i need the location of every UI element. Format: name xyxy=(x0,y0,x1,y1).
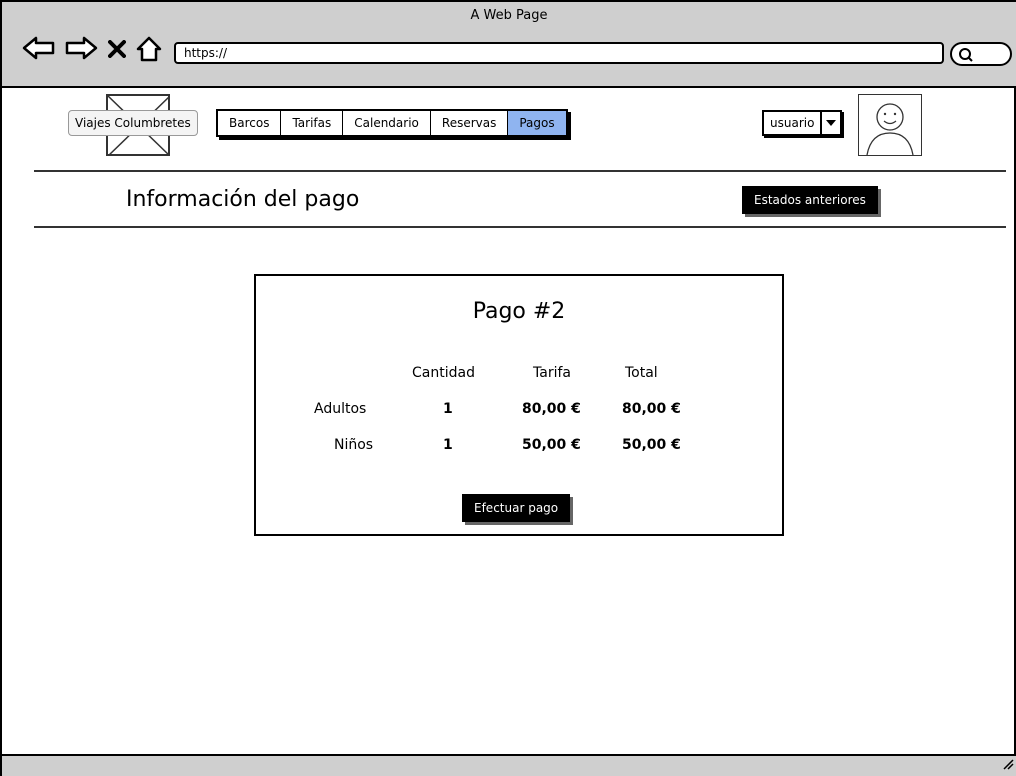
column-header-total: Total xyxy=(625,365,658,381)
adultos-cantidad: 1 xyxy=(443,401,453,417)
window-title: A Web Page xyxy=(470,8,548,23)
ninos-cantidad: 1 xyxy=(443,437,453,453)
user-dropdown[interactable]: usuario xyxy=(762,110,843,136)
url-search-button[interactable] xyxy=(950,42,1012,66)
url-field[interactable]: https:// xyxy=(174,42,944,64)
brand-label[interactable]: Viajes Columbretes xyxy=(68,110,198,136)
header-divider xyxy=(34,170,1006,172)
tab-calendario[interactable]: Calendario xyxy=(343,111,431,135)
resize-grip-icon[interactable] xyxy=(1000,755,1014,774)
adultos-total: 80,00 € xyxy=(622,401,681,417)
stop-x-icon[interactable] xyxy=(108,40,126,58)
ninos-total: 50,00 € xyxy=(622,437,681,453)
tab-pagos[interactable]: Pagos xyxy=(508,111,566,135)
tab-barcos[interactable]: Barcos xyxy=(218,111,282,135)
tab-tarifas[interactable]: Tarifas xyxy=(281,111,344,135)
pay-button[interactable]: Efectuar pago xyxy=(462,494,571,522)
avatar[interactable] xyxy=(858,94,922,156)
main-nav-tabs: Barcos Tarifas Calendario Reservas Pagos xyxy=(216,109,568,137)
browser-window: A Web Page https:// Viajes Columbretes B… xyxy=(0,0,1016,776)
tab-reservas[interactable]: Reservas xyxy=(430,111,509,135)
column-header-tarifa: Tarifa xyxy=(533,365,571,381)
title-divider xyxy=(34,226,1006,228)
ninos-tarifa: 50,00 € xyxy=(522,437,581,453)
payment-card: Pago #2 Cantidad Tarifa Total Adultos 1 … xyxy=(254,274,784,536)
user-dropdown-value: usuario xyxy=(764,112,823,134)
row-label-adultos: Adultos xyxy=(314,401,367,417)
status-bar xyxy=(2,754,1016,776)
forward-arrow-icon[interactable] xyxy=(64,36,98,60)
page-title: Información del pago xyxy=(126,187,360,212)
chevron-down-icon xyxy=(822,112,840,134)
previous-states-button[interactable]: Estados anteriores xyxy=(742,186,878,214)
home-icon[interactable] xyxy=(136,36,162,62)
column-header-cantidad: Cantidad xyxy=(412,365,475,381)
payment-title: Pago #2 xyxy=(472,299,566,324)
row-label-ninos: Niños xyxy=(334,437,374,453)
browser-chrome: A Web Page https:// xyxy=(2,2,1016,88)
back-arrow-icon[interactable] xyxy=(22,36,56,60)
adultos-tarifa: 80,00 € xyxy=(522,401,581,417)
